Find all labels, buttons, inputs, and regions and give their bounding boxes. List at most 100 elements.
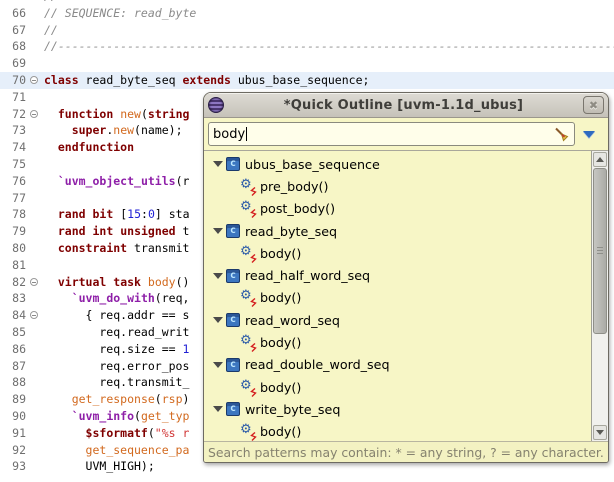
screen: 65//66// SEQUENCE: read_byte67//68//----… [0,0,614,482]
tree-expanded-arrow[interactable] [210,406,226,412]
triangle-down-icon [213,362,223,368]
outline-filter-input[interactable]: body [208,122,575,146]
outline-row-class[interactable]: cwrite_byte_seq [204,398,591,420]
popup-status-bar: Search patterns may contain: * = any str… [204,441,608,462]
fold-collapse-icon[interactable] [30,110,38,118]
triangle-up-icon [596,157,604,162]
editor-line[interactable]: 66// SEQUENCE: read_byte [0,5,614,22]
fold-column[interactable] [28,307,42,324]
triangle-down-icon [213,406,223,412]
code-token [44,291,72,305]
task-gear-icon: ⚙ [240,290,255,305]
code-token: ( [148,426,155,440]
line-number: 90 [0,408,26,425]
fold-collapse-icon[interactable] [30,76,38,84]
fold-column [28,257,42,274]
fold-column [28,240,42,257]
code-token: (req, [155,291,190,305]
filter-row: body [204,118,608,151]
line-number: 89 [0,391,26,408]
outline-row-class[interactable]: cread_word_seq [204,309,591,331]
outline-item-label: read_word_seq [245,313,340,328]
code-token: endfunction [58,140,134,154]
tree-expanded-arrow[interactable] [210,161,226,167]
outline-row-method[interactable]: ⚙body() [204,421,591,441]
outline-row-method[interactable]: ⚙body() [204,331,591,353]
tree-expanded-arrow[interactable] [210,317,226,323]
code-token [44,443,86,457]
code-text: rand bit [15:0] sta [44,206,190,223]
code-token: read_byte_seq [79,73,183,87]
fold-column [28,139,42,156]
filter-text: body [213,127,245,142]
outline-row-method[interactable]: ⚙pre_body() [204,175,591,197]
tree-expanded-arrow[interactable] [210,362,226,368]
code-token [44,174,58,188]
code-text: req.error_pos [44,358,189,375]
editor-line[interactable]: 69 [0,55,614,72]
outline-row-method[interactable]: ⚙body() [204,376,591,398]
tree-expanded-arrow[interactable] [210,273,226,279]
code-token [86,224,93,238]
outline-item-label: post_body() [260,201,335,216]
fold-column [28,324,42,341]
view-menu-button[interactable] [575,122,603,146]
broom-icon[interactable] [554,127,570,143]
line-number: 75 [0,156,26,173]
triangle-down-icon [213,317,223,323]
line-number: 92 [0,442,26,459]
vertical-scrollbar[interactable] [591,151,608,441]
fold-collapse-icon[interactable] [30,278,38,286]
code-token: ] sta [155,207,190,221]
fold-column [28,38,42,55]
outline-row-method[interactable]: ⚙body() [204,242,591,264]
editor-line[interactable]: 67// [0,22,614,39]
outline-row-class[interactable]: cread_double_word_seq [204,354,591,376]
code-text: //--------------------------------------… [44,38,614,55]
fold-collapse-icon[interactable] [30,311,38,319]
scrollbar-thumb[interactable] [593,168,607,334]
code-token: new [120,107,141,121]
fold-column[interactable] [28,106,42,123]
outline-item-label: body() [260,246,301,261]
outline-row-class[interactable]: cubus_base_sequence [204,153,591,175]
code-token: super [72,123,107,137]
outline-row-method[interactable]: ⚙post_body() [204,198,591,220]
scroll-up-button[interactable] [593,152,607,167]
scroll-down-button[interactable] [593,425,607,440]
code-token [141,275,148,289]
code-token: new [113,123,134,137]
popup-titlebar[interactable]: *Quick Outline [uvm-1.1d_ubus] ✖ [204,93,608,118]
code-token: `uvm_info [72,409,134,423]
class-icon: c [226,224,240,238]
code-token: extends [182,73,230,87]
tree-expanded-arrow[interactable] [210,228,226,234]
editor-line[interactable]: 68//------------------------------------… [0,38,614,55]
editor-line[interactable]: 70class read_byte_seq extends ubus_base_… [0,72,614,89]
popup-title: *Quick Outline [uvm-1.1d_ubus] [224,98,583,113]
fold-column [28,173,42,190]
code-token: body [148,275,176,289]
outline-row-class[interactable]: cread_half_word_seq [204,264,591,286]
outline-tree-wrap: cubus_base_sequence⚙pre_body()⚙post_body… [204,151,608,441]
outline-row-class[interactable]: cread_byte_seq [204,220,591,242]
fold-column [28,358,42,375]
code-token: 0 [148,207,155,221]
outline-row-method[interactable]: ⚙body() [204,287,591,309]
code-token: function [58,107,113,121]
line-number: 80 [0,240,26,257]
code-text: rand int unsigned t [44,223,189,240]
outline-item-label: write_byte_seq [245,402,340,417]
red-flash-icon [250,432,257,441]
code-token: bit [93,207,114,221]
code-token: ( [134,409,141,423]
line-number: 84 [0,307,26,324]
outline-tree[interactable]: cubus_base_sequence⚙pre_body()⚙post_body… [204,151,591,441]
close-button[interactable]: ✖ [583,96,604,114]
code-token: // SEQUENCE: read_byte [44,6,196,20]
code-token [44,207,58,221]
fold-column[interactable] [28,72,42,89]
line-number: 77 [0,190,26,207]
fold-column[interactable] [28,274,42,291]
code-text: function new(string [44,106,189,123]
